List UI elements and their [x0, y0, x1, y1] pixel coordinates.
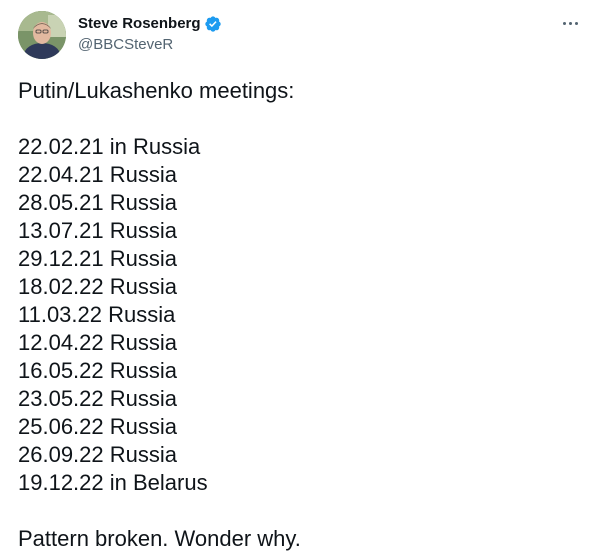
avatar-photo-icon [18, 11, 66, 59]
meeting-line: 19.12.22 in Belarus [18, 470, 208, 495]
more-options-button[interactable] [558, 12, 582, 34]
tweet-text: Putin/Lukashenko meetings: 22.02.21 in R… [18, 77, 578, 553]
meeting-line: 16.05.22 Russia [18, 358, 177, 383]
meeting-line: 11.03.22 Russia [18, 302, 176, 327]
meeting-line: 22.02.21 in Russia [18, 134, 201, 159]
meeting-line: 28.05.21 Russia [18, 190, 177, 215]
meeting-line: 23.05.22 Russia [18, 386, 177, 411]
tweet-card: Steve Rosenberg @BBCSteveR Putin/Lukashe… [0, 0, 595, 554]
author-name-row: Steve Rosenberg [78, 14, 222, 34]
meeting-line: 12.04.22 Russia [18, 330, 177, 355]
tweet-intro: Putin/Lukashenko meetings: [18, 78, 295, 103]
meeting-line: 18.02.22 Russia [18, 274, 177, 299]
author-handle[interactable]: @BBCSteveR [78, 35, 173, 55]
meeting-line: 26.09.22 Russia [18, 442, 177, 467]
verified-badge-icon [204, 15, 222, 33]
author-display-name[interactable]: Steve Rosenberg [78, 14, 201, 34]
avatar[interactable] [18, 11, 66, 59]
meeting-line: 29.12.21 Russia [18, 246, 177, 271]
meeting-line: 13.07.21 Russia [18, 218, 177, 243]
meeting-line: 25.06.22 Russia [18, 414, 177, 439]
meeting-line: 22.04.21 Russia [18, 162, 177, 187]
tweet-closing: Pattern broken. Wonder why. [18, 526, 301, 551]
more-horizontal-icon [562, 21, 566, 25]
